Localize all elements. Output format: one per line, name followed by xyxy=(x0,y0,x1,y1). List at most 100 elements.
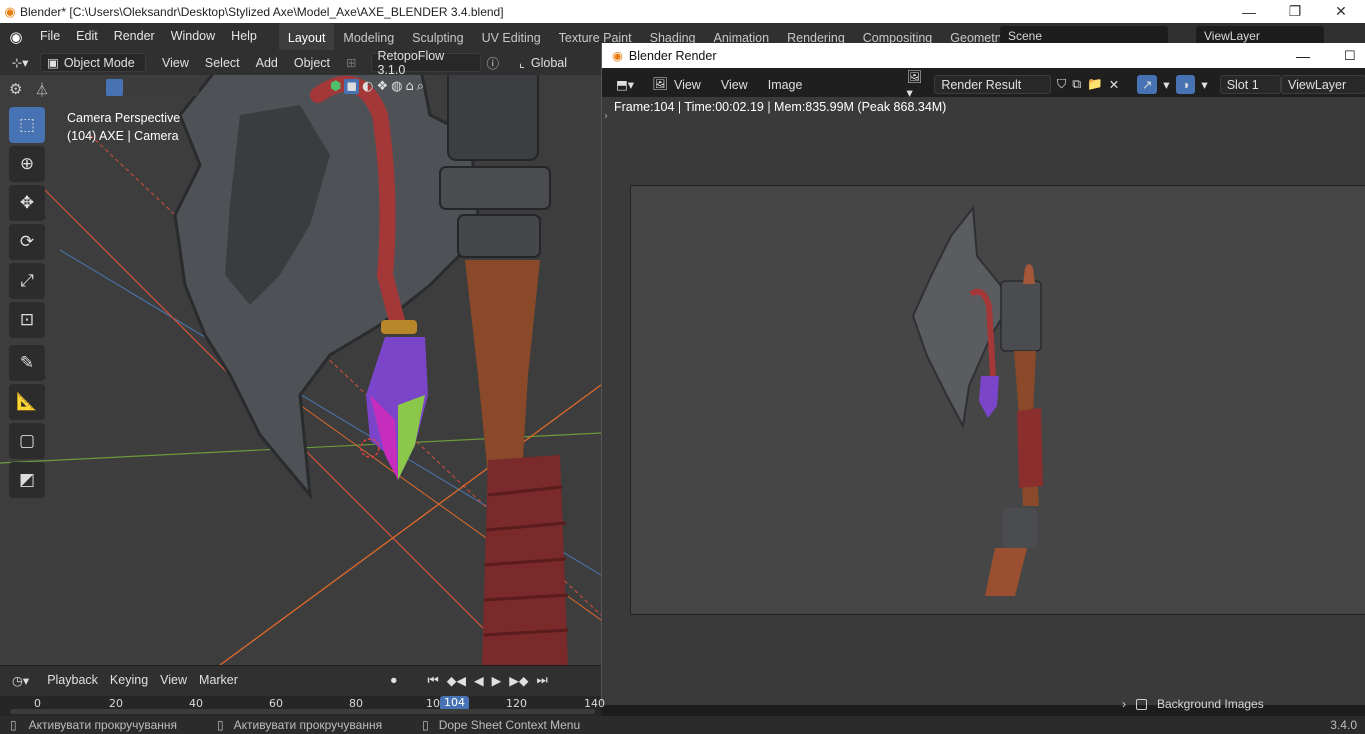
overlay-toggle-icon[interactable]: ⊞ xyxy=(340,53,362,72)
fake-user-icon[interactable]: ⛉ xyxy=(1057,77,1066,92)
restore-button[interactable]: ❐ xyxy=(1272,0,1318,23)
select-subtract-icon[interactable] xyxy=(144,79,161,96)
play-reverse-icon[interactable]: ◀ xyxy=(474,673,484,688)
minimize-button[interactable]: — xyxy=(1226,0,1272,23)
duplicate-icon[interactable]: ⧉ xyxy=(1072,77,1081,92)
shading-solid-icon[interactable]: ◼ xyxy=(344,79,360,94)
unlink-icon[interactable]: ✕ xyxy=(1109,77,1119,92)
tab-uv-editing[interactable]: UV Editing xyxy=(473,23,550,50)
render-image-area[interactable]: Frame:104 | Time:00:02.19 | Mem:835.99M … xyxy=(602,97,1365,711)
shading-wire-icon[interactable]: ◍ xyxy=(391,79,402,94)
render-pommel-metal xyxy=(1003,508,1037,548)
render-feather xyxy=(979,376,999,418)
timeline-ruler[interactable]: 0 20 40 60 80 100 120 140 104 xyxy=(0,696,605,716)
menu-file[interactable]: File xyxy=(32,23,68,50)
menu-edit[interactable]: Edit xyxy=(68,23,106,50)
jump-end-icon[interactable]: ⏭ xyxy=(536,673,547,688)
close-button[interactable]: ✕ xyxy=(1318,0,1364,23)
scale-tool-icon[interactable]: ⤢ xyxy=(9,263,45,299)
transform-orientation[interactable]: ⌞ Global xyxy=(513,53,591,72)
sidebar-expand-icon[interactable]: › xyxy=(604,111,608,122)
tab-sculpting[interactable]: Sculpting xyxy=(403,23,472,50)
viewport-tool-header: ⚙ ⏃ ⬢ ◼ ◐ ❖ ◍ ⌂ ⌕ xyxy=(0,75,601,102)
mode-selector[interactable]: ▣ Object Mode xyxy=(40,53,146,72)
image-browse-icon[interactable]: 🖼▾ xyxy=(900,70,934,100)
slot-selector[interactable]: Slot 1 xyxy=(1219,75,1282,94)
vp-menu-select[interactable]: Select xyxy=(199,53,246,72)
tab-modeling[interactable]: Modeling xyxy=(334,23,403,50)
editor-type-icon[interactable]: ⊹▾ xyxy=(0,53,40,72)
help-icon[interactable]: ⓘ xyxy=(481,53,506,72)
image-name: Render Result xyxy=(941,77,1022,92)
retopoflow-tool-icon[interactable]: ◩ xyxy=(9,462,45,498)
filter-icon[interactable]: ⏃ xyxy=(35,80,49,100)
background-images-label: Background Images xyxy=(1157,697,1264,711)
search-icon[interactable]: ⌕ xyxy=(417,79,424,94)
cursor-tool-icon[interactable]: ⊕ xyxy=(9,146,45,182)
axe-blade-shape xyxy=(173,75,482,500)
move-tool-icon[interactable]: ✥ xyxy=(9,185,45,221)
3d-viewport[interactable]: Camera Perspective (104) AXE | Camera xyxy=(0,75,601,665)
render-minimize-button[interactable]: — xyxy=(1296,48,1310,64)
menu-render[interactable]: Render xyxy=(106,23,163,50)
render-result-image xyxy=(630,185,1365,615)
status-bar: ▯ Активувати прокручування ▯ Активувати … xyxy=(0,716,1365,734)
play-icon[interactable]: ▶ xyxy=(492,673,502,688)
shading-rendered-icon[interactable]: ❖ xyxy=(377,79,389,94)
vp-menu-view[interactable]: View xyxy=(156,53,195,72)
gizmo-toggle-icon[interactable]: ↗ xyxy=(1137,75,1158,94)
checkbox-icon[interactable] xyxy=(1136,698,1147,710)
shading-material-icon[interactable]: ◐ xyxy=(362,79,373,94)
vp-menu-object[interactable]: Object xyxy=(288,53,336,72)
status-hint-1: Активувати прокручування xyxy=(28,718,178,732)
retopoflow-button[interactable]: RetopoFlow 3.1.0 xyxy=(370,49,481,77)
timeline-menu-marker[interactable]: Marker xyxy=(193,671,244,690)
orientation-icon: ⌞ xyxy=(519,56,525,70)
menu-window[interactable]: Window xyxy=(163,23,223,50)
transform-tool-icon[interactable]: ⊡ xyxy=(9,302,45,338)
select-new-icon[interactable] xyxy=(106,79,123,96)
add-cube-tool-icon[interactable]: ▢ xyxy=(9,423,45,459)
select-box-tool-icon[interactable]: ⬚ xyxy=(9,107,45,143)
image-menu-view[interactable]: View xyxy=(715,75,754,94)
overlay-dropdown-icon[interactable]: ▾ xyxy=(1195,75,1213,94)
image-view-mode[interactable]: 🖼 View xyxy=(646,75,707,94)
timeline-editor-icon[interactable]: ◷▾ xyxy=(6,671,35,690)
select-invert-icon[interactable] xyxy=(163,79,180,96)
render-axe-picture xyxy=(911,205,1043,596)
measure-tool-icon[interactable]: 📐 xyxy=(9,384,45,420)
timeline-menu-playback[interactable]: Playback xyxy=(41,671,104,690)
prev-keyframe-icon[interactable]: ◆◀ xyxy=(447,673,466,688)
jump-start-icon[interactable]: ⏮ xyxy=(428,673,439,688)
viewport-scene xyxy=(0,75,601,665)
window-titlebar: ◉ Blender* [C:\Users\Oleksandr\Desktop\S… xyxy=(0,0,1365,23)
rotate-tool-icon[interactable]: ⟳ xyxy=(9,224,45,260)
camera-view-icon[interactable]: ⌂ xyxy=(406,79,414,94)
image-menu-image[interactable]: Image xyxy=(762,75,809,94)
blender-menu-icon[interactable]: ◉ xyxy=(0,28,32,46)
timeline-menu-keying[interactable]: Keying xyxy=(104,671,154,690)
blender-logo-icon: ◉ xyxy=(4,3,16,19)
select-extend-icon[interactable] xyxy=(125,79,142,96)
open-folder-icon[interactable]: 📁 xyxy=(1087,77,1103,92)
menu-help[interactable]: Help xyxy=(223,23,265,50)
timeline-menu-view[interactable]: View xyxy=(154,671,193,690)
image-icon: 🖼 xyxy=(652,77,668,91)
timeline-scrollbar[interactable] xyxy=(10,709,595,714)
overlay-icon[interactable]: ◑ xyxy=(1175,75,1196,94)
settings-icon[interactable]: ⚙ xyxy=(9,80,22,98)
background-images-panel[interactable]: › Background Images xyxy=(1122,697,1264,711)
retopo-icon[interactable]: ⬢ xyxy=(330,79,341,94)
image-editor-type-icon[interactable]: ⬒▾ xyxy=(610,75,640,94)
tab-layout[interactable]: Layout xyxy=(278,23,335,50)
next-keyframe-icon[interactable]: ▶◆ xyxy=(509,673,528,688)
record-button[interactable]: ● xyxy=(384,671,404,690)
render-maximize-button[interactable]: ☐ xyxy=(1344,48,1356,64)
version-label: 3.4.0 xyxy=(1330,718,1357,732)
select-intersect-icon[interactable] xyxy=(182,79,199,96)
render-view-layer-selector[interactable]: ViewLayer xyxy=(1281,75,1365,94)
image-name-field[interactable]: Render Result xyxy=(934,75,1051,94)
vp-menu-add[interactable]: Add xyxy=(250,53,284,72)
annotate-tool-icon[interactable]: ✎ xyxy=(9,345,45,381)
gizmo-dropdown-icon[interactable]: ▾ xyxy=(1157,75,1175,94)
